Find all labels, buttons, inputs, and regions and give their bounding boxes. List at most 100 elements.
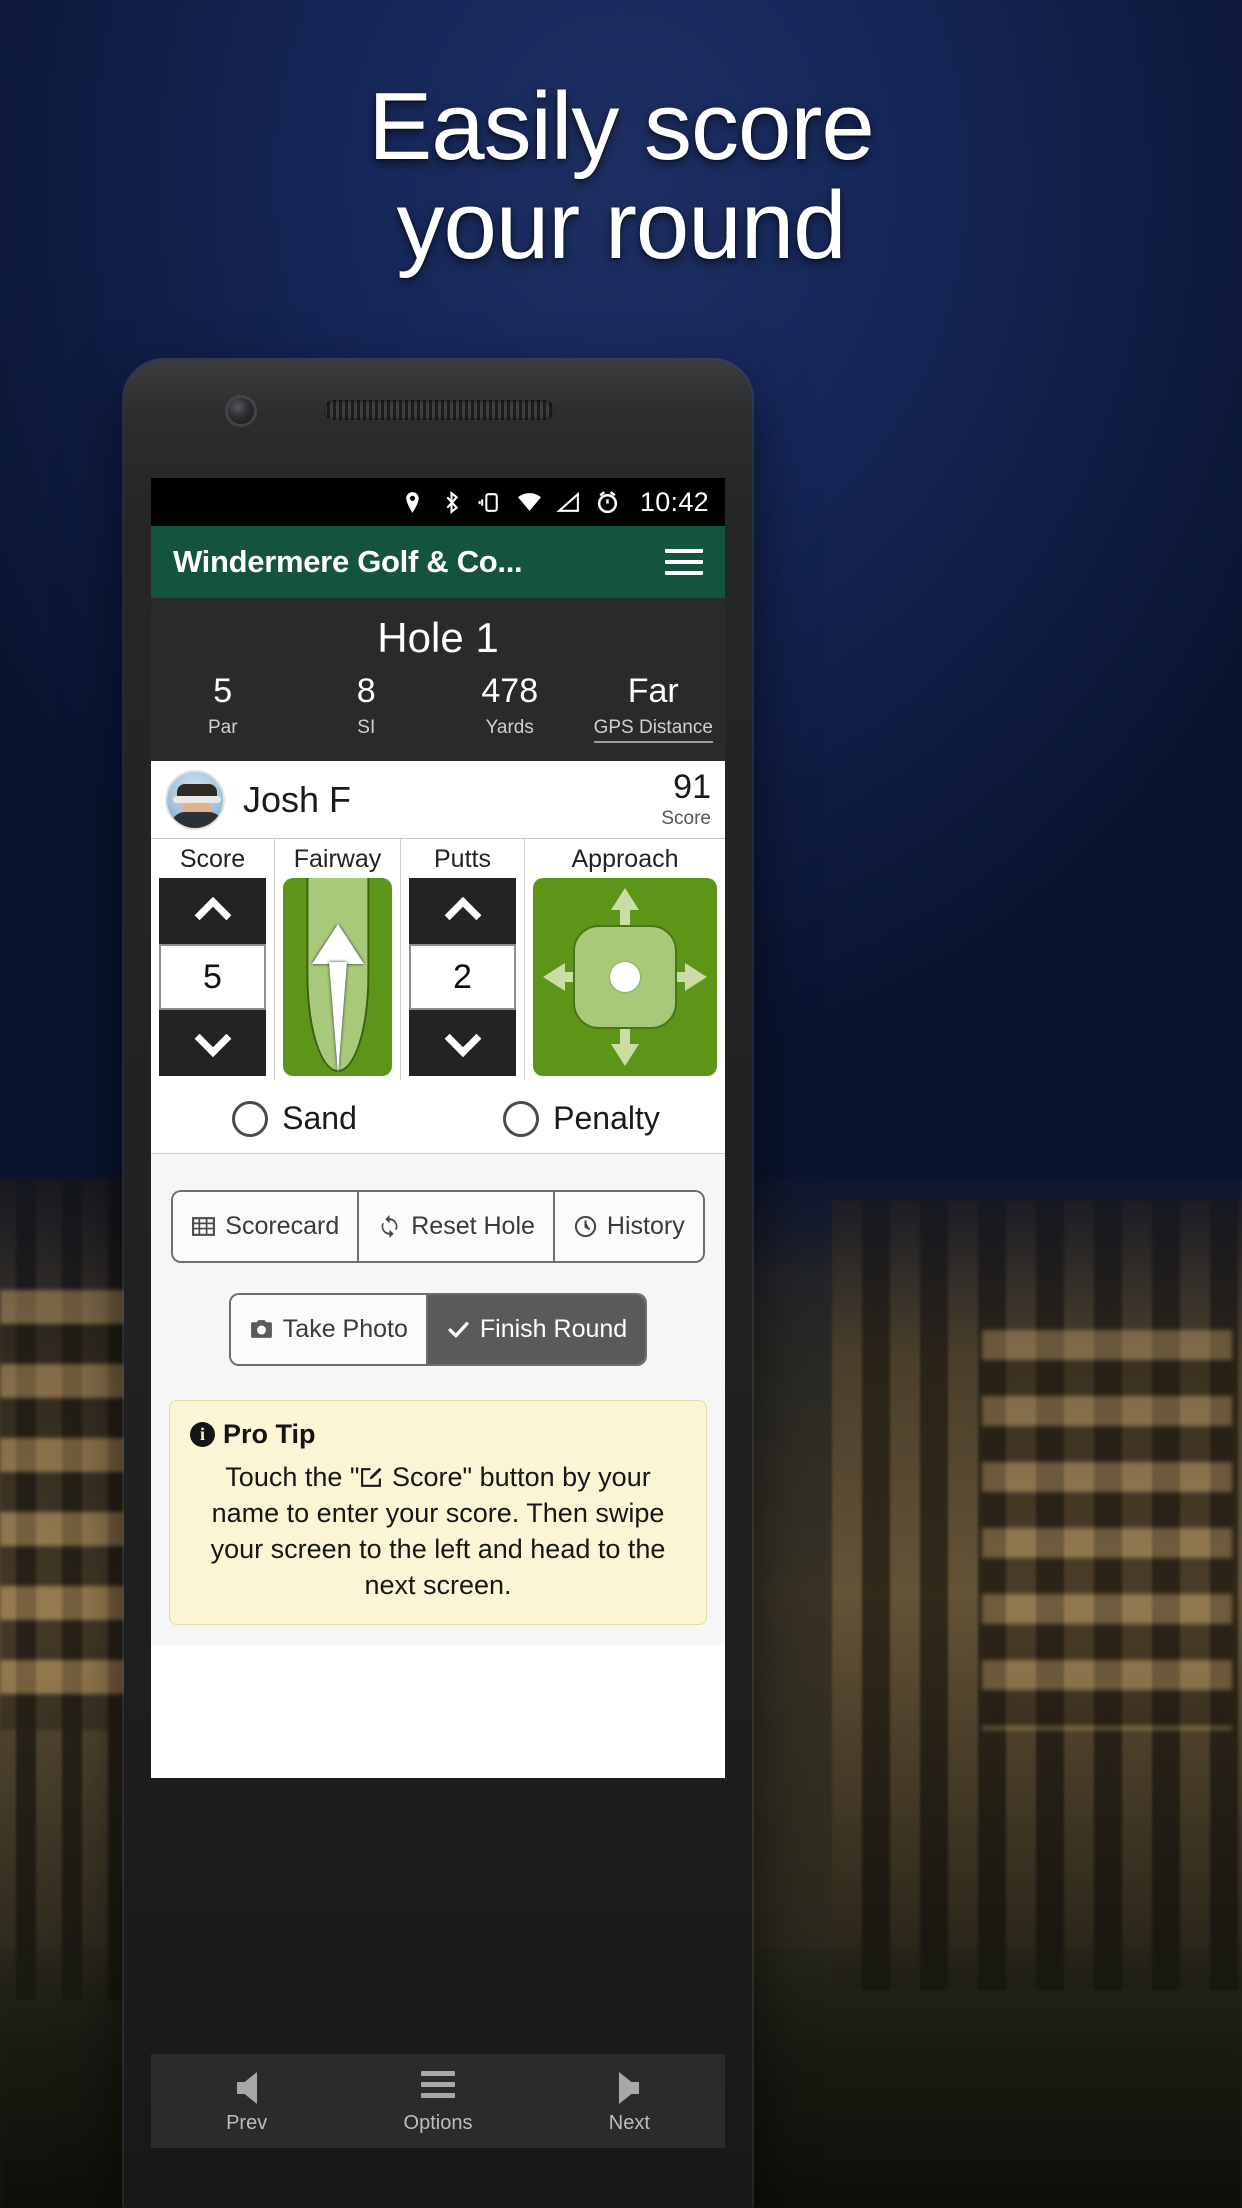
wifi-icon [517,490,542,515]
phone-screen: 10:42 Windermere Golf & Co... Hole 1 5 P… [151,478,725,1778]
approach-left-icon[interactable] [543,963,565,992]
edit-icon [359,1462,384,1492]
nav-next-button[interactable]: Next [534,2068,725,2135]
take-photo-button[interactable]: Take Photo [230,1295,428,1365]
stat-si: 8 SI [295,672,439,743]
stat-yards-value: 478 [481,672,539,710]
controls-header-row: Score Fairway Putts Approach [151,839,725,879]
table-icon [191,1214,216,1239]
pro-tip-body: Touch the " Score" button by your name t… [190,1450,686,1604]
stat-si-label: SI [357,717,376,739]
approach-right-icon[interactable] [685,963,707,992]
approach-up-icon[interactable] [611,888,639,911]
stat-par-value: 5 [213,672,233,710]
secondary-button-group: Take Photo Finish Round [230,1295,646,1365]
approach-green-marker-icon[interactable] [610,962,640,993]
finish-round-label: Finish Round [479,1315,628,1344]
nav-options-button[interactable]: Options [342,2068,533,2135]
header-approach: Approach [571,845,679,874]
background-building-right-windows [982,1330,1232,1730]
headline-line-1: Easily score [368,73,875,180]
pro-tip-heading-text: Pro Tip [223,1419,316,1450]
app-bar: Windermere Golf & Co... [151,526,725,598]
score-decrement-button[interactable] [159,1010,266,1077]
putts-value[interactable]: 2 [409,944,516,1011]
sand-radio-icon[interactable] [232,1100,269,1137]
penalty-label: Penalty [553,1100,660,1137]
page-title: Hole 1 [377,614,499,661]
nav-prev-label: Prev [226,2111,268,2134]
pro-tip-body-part1: Touch the " [225,1462,360,1493]
reset-hole-button[interactable]: Reset Hole [359,1192,555,1262]
status-bar-clock: 10:42 [639,486,709,517]
history-button[interactable]: History [554,1192,703,1262]
player-score: 91 Score [661,770,711,830]
header-score: Score [151,839,275,879]
course-title: Windermere Golf & Co... [173,544,523,579]
arrow-right-icon [619,2071,640,2104]
finish-round-button[interactable]: Finish Round [427,1295,646,1365]
hole-info-panel: Hole 1 5 Par 8 SI 478 Yards Far GPS Dist… [151,598,726,762]
android-status-bar: 10:42 [151,478,725,526]
location-icon [400,490,425,515]
header-putts: Putts [401,839,525,879]
nav-options-label: Options [403,2111,473,2134]
fairway-widget[interactable] [283,878,392,1077]
putts-decrement-button[interactable] [409,1010,516,1077]
front-camera-icon [228,398,254,424]
nav-next-label: Next [608,2111,650,2134]
vibrate-icon [478,490,503,515]
hamburger-icon[interactable] [665,549,703,575]
reset-hole-label: Reset Hole [411,1212,535,1241]
approach-down-icon[interactable] [611,1044,639,1067]
phone-mockup: 10:42 Windermere Golf & Co... Hole 1 5 P… [124,360,752,2208]
refresh-icon [377,1214,402,1239]
primary-button-group: Scorecard Reset Hole History [173,1192,703,1262]
score-value[interactable]: 5 [159,944,266,1011]
stat-par: 5 Par [151,672,295,743]
hamburger-icon [420,2071,455,2104]
sand-toggle[interactable]: Sand [151,1100,438,1137]
pro-tip-card: i Pro Tip Touch the " Score" button by y… [169,1400,707,1625]
alarm-icon [595,490,620,515]
player-score-label: Score [661,807,711,829]
stat-par-label: Par [207,717,238,739]
take-photo-label: Take Photo [282,1315,408,1344]
penalty-toggle[interactable]: Penalty [438,1100,725,1137]
info-icon: i [190,1422,215,1448]
check-icon [446,1317,471,1342]
scorecard-button[interactable]: Scorecard [173,1192,360,1262]
avatar [165,769,225,830]
score-stepper: 5 [151,878,275,1081]
player-row[interactable]: Josh F 91 Score [151,761,725,840]
hole-stats-row: 5 Par 8 SI 478 Yards Far GPS Distance [151,672,726,744]
camera-icon [249,1317,274,1342]
pro-tip-heading: i Pro Tip [190,1419,686,1450]
sand-label: Sand [282,1100,357,1137]
approach-widget[interactable] [533,878,717,1077]
putts-stepper: 2 [401,878,525,1081]
stat-yards: 478 Yards [438,672,582,743]
stat-gps-value: Far [627,672,679,710]
score-increment-button[interactable] [159,878,266,945]
approach-down-stem [620,1028,630,1047]
promo-headline: Easily score your round [0,73,1242,276]
phone-bezel-top [124,360,752,480]
arrow-left-icon [236,2071,257,2104]
stat-gps-label: GPS Distance [593,711,713,744]
fairway-selector[interactable] [275,878,401,1081]
stat-si-value: 8 [356,672,376,710]
player-score-value: 91 [673,767,711,806]
putts-increment-button[interactable] [409,878,516,945]
penalty-radio-icon[interactable] [503,1100,540,1137]
actions-area: Scorecard Reset Hole History Take Photo … [151,1154,725,1645]
bluetooth-icon [439,490,464,515]
nav-prev-button[interactable]: Prev [151,2068,342,2135]
player-name: Josh F [243,778,352,820]
stat-gps-distance[interactable]: Far GPS Distance [582,672,726,744]
header-fairway: Fairway [275,839,401,879]
approach-selector[interactable] [525,878,725,1080]
earpiece-speaker [324,400,554,420]
clock-icon [573,1214,598,1239]
stat-yards-label: Yards [485,717,534,739]
